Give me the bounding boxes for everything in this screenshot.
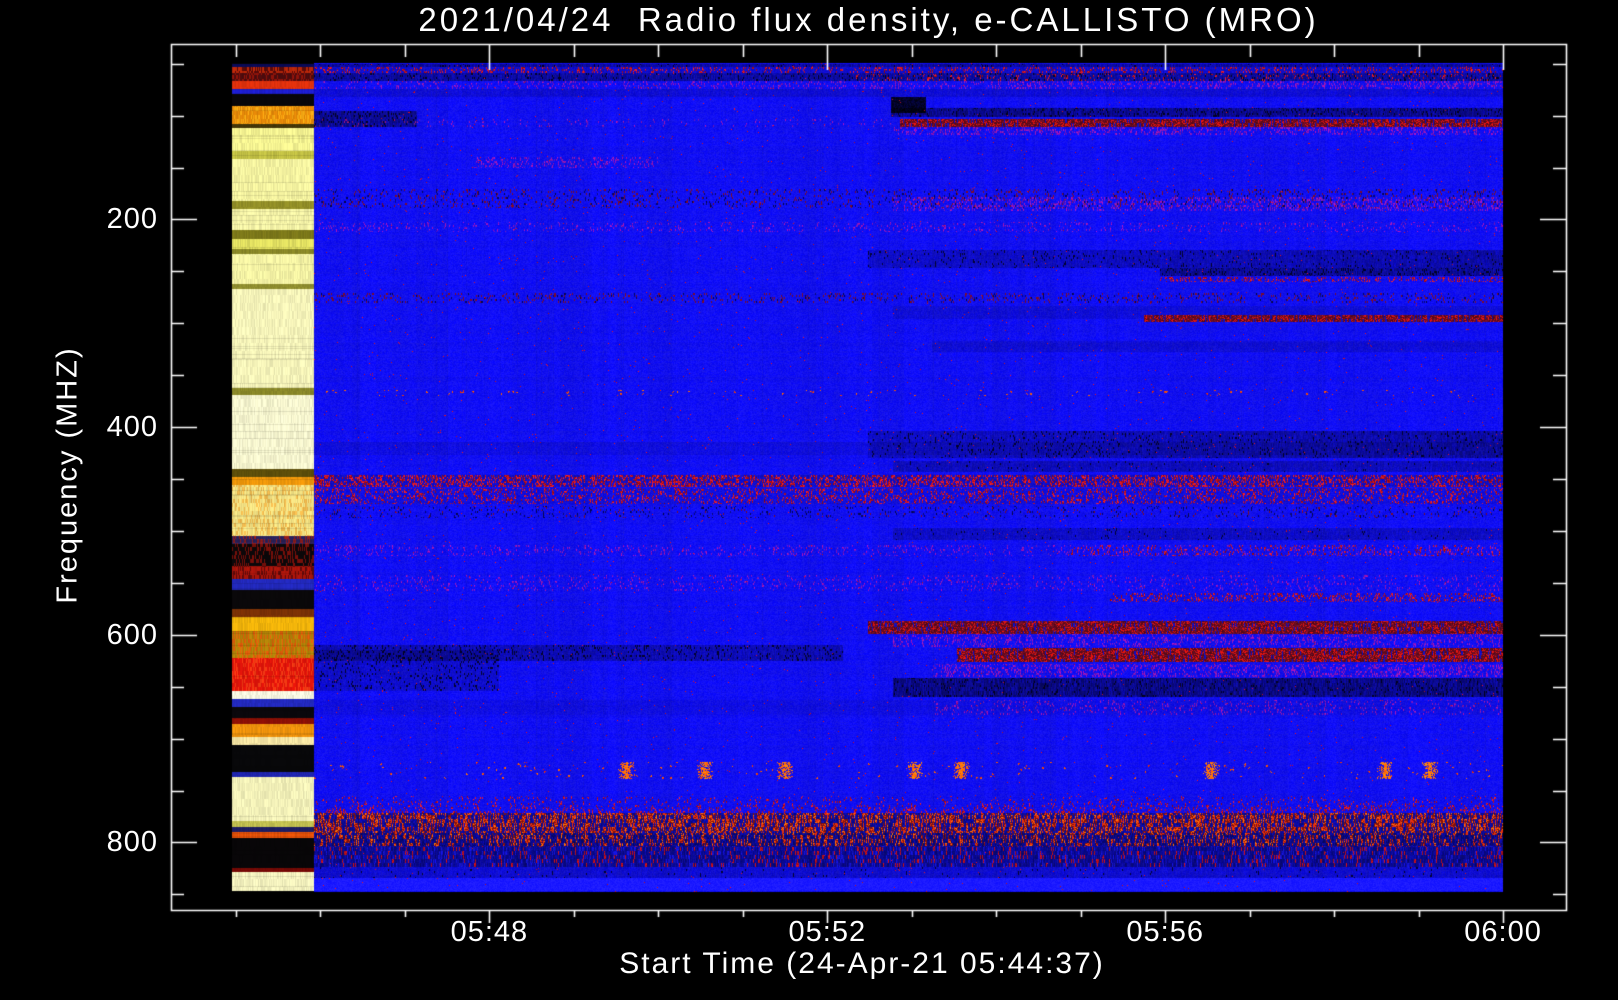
y-tick-label: 600 (106, 618, 158, 651)
chart-title: 2021/04/24 Radio flux density, e-CALLIST… (418, 1, 1319, 38)
y-tick-label: 800 (106, 826, 158, 859)
y-tick-label: 200 (106, 203, 158, 236)
y-tick-label: 400 (106, 411, 158, 444)
y-axis-title: Frequency (MHZ) (51, 346, 84, 604)
x-tick-label: 05:56 (1126, 916, 1204, 948)
spectrogram-window: 2021/04/24 Radio flux density, e-CALLIST… (0, 0, 1618, 1000)
x-tick-label: 05:48 (450, 916, 529, 948)
x-tick-label: 05:52 (788, 916, 867, 948)
x-axis-title: Start Time (24-Apr-21 05:44:37) (619, 947, 1105, 980)
x-tick-label: 06:00 (1464, 916, 1542, 948)
spectrogram-canvas (0, 0, 1618, 1000)
